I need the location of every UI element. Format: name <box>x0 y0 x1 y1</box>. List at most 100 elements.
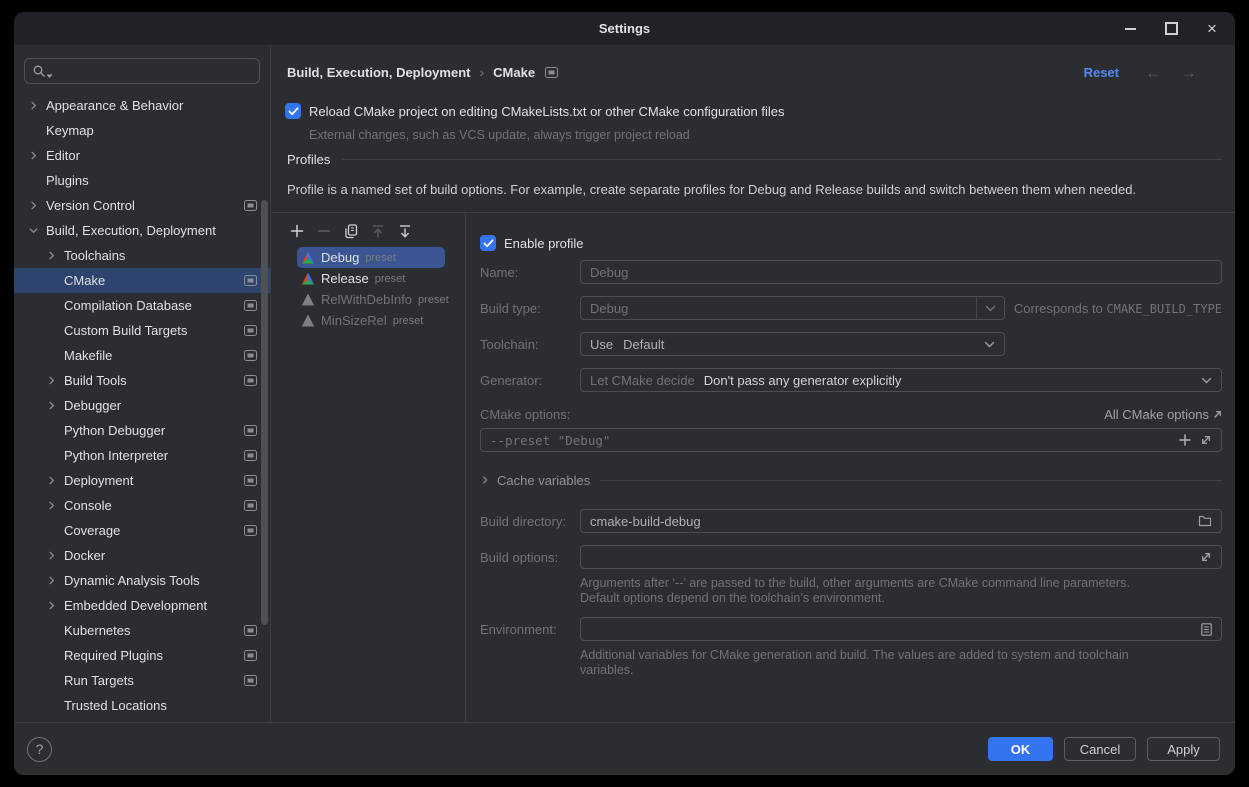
sidebar-item-run-targets[interactable]: Run Targets <box>14 668 270 693</box>
chevron-down-icon <box>976 297 996 319</box>
all-cmake-options-link[interactable]: All CMake options <box>1104 407 1222 422</box>
enable-profile-checkbox[interactable] <box>480 235 496 251</box>
toolchain-select[interactable]: Use Default <box>580 332 1005 356</box>
environment-variables-icon[interactable] <box>1201 623 1212 636</box>
build-directory-value: cmake-build-debug <box>590 514 701 529</box>
build-type-select[interactable]: Debug <box>580 296 1005 320</box>
generator-select[interactable]: Let CMake decide Don't pass any generato… <box>580 368 1222 392</box>
project-level-icon <box>244 650 257 661</box>
profile-item-minsizerel[interactable]: MinSizeRelpreset <box>297 310 445 331</box>
help-button[interactable]: ? <box>27 737 52 762</box>
chevron-spacer <box>28 173 46 189</box>
cache-variables-section[interactable]: Cache variables <box>480 472 1222 488</box>
close-button[interactable]: × <box>1205 22 1219 36</box>
folder-icon[interactable] <box>1198 515 1212 527</box>
chevron-right-icon[interactable] <box>46 248 64 264</box>
chevron-spacer <box>28 123 46 139</box>
chevron-right-icon[interactable] <box>46 473 64 489</box>
cancel-button[interactable]: Cancel <box>1064 737 1136 761</box>
sidebar-item-debugger[interactable]: Debugger <box>14 393 270 418</box>
sidebar-item-build-tools[interactable]: Build Tools <box>14 368 270 393</box>
reset-link[interactable]: Reset <box>1084 65 1119 80</box>
maximize-button[interactable] <box>1164 22 1178 36</box>
sidebar-item-dynamic-analysis-tools[interactable]: Dynamic Analysis Tools <box>14 568 270 593</box>
back-arrow-icon[interactable]: ← <box>1145 64 1162 81</box>
chevron-spacer <box>46 523 64 539</box>
sidebar-item-custom-build-targets[interactable]: Custom Build Targets <box>14 318 270 343</box>
section-divider <box>342 159 1222 160</box>
copy-profile-button[interactable] <box>343 223 359 239</box>
chevron-spacer <box>46 698 64 714</box>
chevron-spacer <box>46 298 64 314</box>
cmake-options-field[interactable]: --preset "Debug" <box>480 428 1222 452</box>
profile-item-release[interactable]: Releasepreset <box>297 268 445 289</box>
sidebar-item-trusted-locations[interactable]: Trusted Locations <box>14 693 270 718</box>
chevron-right-icon[interactable] <box>46 598 64 614</box>
sidebar-item-build-execution-deployment[interactable]: Build, Execution, Deployment <box>14 218 270 243</box>
sidebar-item-cmake[interactable]: CMake <box>14 268 270 293</box>
project-level-icon <box>244 450 257 461</box>
titlebar: Settings × <box>14 12 1235 45</box>
sidebar-item-kubernetes[interactable]: Kubernetes <box>14 618 270 643</box>
sidebar-item-python-debugger[interactable]: Python Debugger <box>14 418 270 443</box>
profile-item-debug[interactable]: Debugpreset <box>297 247 445 268</box>
sidebar-item-python-interpreter[interactable]: Python Interpreter <box>14 443 270 468</box>
chevron-spacer <box>46 273 64 289</box>
add-option-icon[interactable] <box>1179 434 1191 446</box>
name-field[interactable]: Debug <box>580 260 1222 284</box>
chevron-right-icon[interactable] <box>46 398 64 414</box>
chevron-right-icon[interactable] <box>28 198 46 214</box>
sidebar-item-compilation-database[interactable]: Compilation Database <box>14 293 270 318</box>
sidebar-item-keymap[interactable]: Keymap <box>14 118 270 143</box>
build-options-field[interactable] <box>580 545 1222 569</box>
move-up-profile-button[interactable] <box>370 223 386 239</box>
minimize-button[interactable] <box>1123 22 1137 36</box>
build-directory-field[interactable]: cmake-build-debug <box>580 509 1222 533</box>
chevron-down-icon[interactable] <box>28 223 46 239</box>
chevron-down-icon <box>984 341 995 348</box>
chevron-right-icon[interactable] <box>28 98 46 114</box>
sidebar-item-plugins[interactable]: Plugins <box>14 168 270 193</box>
build-type-label: Build type: <box>480 301 580 316</box>
move-down-profile-button[interactable] <box>397 223 413 239</box>
sidebar-item-embedded-development[interactable]: Embedded Development <box>14 593 270 618</box>
cmake-options-label: CMake options: <box>480 407 580 422</box>
add-profile-button[interactable] <box>289 223 305 239</box>
sidebar-scrollbar[interactable] <box>261 200 268 625</box>
profile-preset-badge: preset <box>375 273 406 285</box>
section-divider <box>600 480 1222 481</box>
sidebar-item-toolchains[interactable]: Toolchains <box>14 243 270 268</box>
chevron-right-icon[interactable] <box>46 498 64 514</box>
breadcrumb-segment[interactable]: Build, Execution, Deployment <box>287 65 470 80</box>
sidebar-item-console[interactable]: Console <box>14 493 270 518</box>
profile-item-relwithdebinfo[interactable]: RelWithDebInfopreset <box>297 289 445 310</box>
sidebar-item-required-plugins[interactable]: Required Plugins <box>14 643 270 668</box>
build-type-value: Debug <box>590 301 628 316</box>
search-input[interactable] <box>58 63 252 80</box>
environment-hint: Additional variables for CMake generatio… <box>580 648 1145 678</box>
chevron-right-icon[interactable] <box>28 148 46 164</box>
environment-field[interactable] <box>580 617 1222 641</box>
expand-field-icon[interactable] <box>1200 551 1212 563</box>
sidebar-item-version-control[interactable]: Version Control <box>14 193 270 218</box>
remove-profile-button[interactable] <box>316 223 332 239</box>
search-box[interactable] <box>24 58 260 84</box>
sidebar-item-deployment[interactable]: Deployment <box>14 468 270 493</box>
sidebar-item-makefile[interactable]: Makefile <box>14 343 270 368</box>
close-icon: × <box>1207 22 1217 36</box>
chevron-right-icon[interactable] <box>46 373 64 389</box>
sidebar-item-coverage[interactable]: Coverage <box>14 518 270 543</box>
expand-field-icon[interactable] <box>1200 434 1212 446</box>
chevron-right-icon[interactable] <box>46 548 64 564</box>
sidebar-item-label: Appearance & Behavior <box>46 98 183 113</box>
chevron-right-icon[interactable] <box>46 573 64 589</box>
sidebar-item-docker[interactable]: Docker <box>14 543 270 568</box>
build-directory-label: Build directory: <box>480 514 580 529</box>
forward-arrow-icon[interactable]: → <box>1180 64 1197 81</box>
ok-button[interactable]: OK <box>988 737 1053 761</box>
profiles-section-title: Profiles <box>287 152 330 167</box>
sidebar-item-appearance-behavior[interactable]: Appearance & Behavior <box>14 93 270 118</box>
sidebar-item-editor[interactable]: Editor <box>14 143 270 168</box>
apply-button[interactable]: Apply <box>1147 737 1220 761</box>
reload-cmake-checkbox[interactable] <box>285 103 301 119</box>
